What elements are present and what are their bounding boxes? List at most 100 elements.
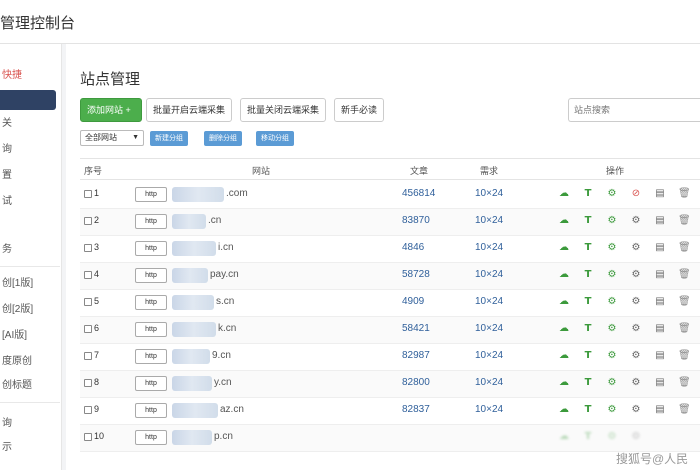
article-count[interactable]: 82987: [402, 350, 430, 361]
site-url[interactable]: az.cn: [220, 404, 244, 415]
gear-icon[interactable]: ⚙: [630, 296, 642, 308]
article-count[interactable]: 456814: [402, 188, 435, 199]
text-format-icon[interactable]: T: [582, 188, 594, 200]
sidebar-item[interactable]: 务: [0, 240, 62, 260]
settings-gears-icon[interactable]: ⚙: [606, 404, 618, 416]
settings-gears-icon[interactable]: ⚙: [606, 242, 618, 254]
sidebar-item[interactable]: [AI版]: [0, 326, 62, 346]
cloud-upload-icon[interactable]: ☁: [558, 431, 570, 443]
row-checkbox[interactable]: [84, 244, 92, 252]
cloud-upload-icon[interactable]: ☁: [558, 269, 570, 281]
cloud-upload-icon[interactable]: ☁: [558, 377, 570, 389]
request-rate[interactable]: 10×24: [475, 188, 503, 199]
text-format-icon[interactable]: T: [582, 269, 594, 281]
request-rate[interactable]: 10×24: [475, 296, 503, 307]
batch-open-cloud-collect-button[interactable]: 批量开启云端采集: [146, 98, 233, 122]
site-url[interactable]: y.cn: [214, 377, 232, 388]
sidebar-item[interactable]: [0, 216, 62, 236]
trash-icon[interactable]: 🗑: [678, 377, 691, 389]
row-checkbox[interactable]: [84, 433, 92, 441]
site-url[interactable]: i.cn: [218, 242, 234, 253]
sidebar-item[interactable]: 创[2版]: [0, 300, 62, 320]
gear-icon[interactable]: ⚙: [630, 269, 642, 281]
protocol-tag[interactable]: http: [135, 430, 167, 445]
gear-icon[interactable]: ⚙: [630, 377, 642, 389]
request-rate[interactable]: 10×24: [475, 269, 503, 280]
clear-icon[interactable]: ▤: [654, 215, 666, 227]
text-format-icon[interactable]: T: [582, 350, 594, 362]
site-url[interactable]: .com: [226, 188, 248, 199]
cloud-upload-icon[interactable]: ☁: [558, 215, 570, 227]
clear-icon[interactable]: ▤: [654, 188, 666, 200]
request-rate[interactable]: 10×24: [475, 350, 503, 361]
request-rate[interactable]: 10×24: [475, 323, 503, 334]
trash-icon[interactable]: 🗑: [678, 323, 691, 335]
site-url[interactable]: .cn: [208, 215, 221, 226]
sidebar-item[interactable]: 示: [0, 438, 62, 458]
sidebar-item[interactable]: 创标题: [0, 376, 62, 396]
text-format-icon[interactable]: T: [582, 242, 594, 254]
text-format-icon[interactable]: T: [582, 377, 594, 389]
site-group-select[interactable]: 全部网站 ▼: [80, 130, 144, 146]
site-url[interactable]: k.cn: [218, 323, 236, 334]
add-site-button[interactable]: 添加网站 +: [80, 98, 142, 122]
text-format-icon[interactable]: T: [582, 215, 594, 227]
trash-icon[interactable]: 🗑: [678, 242, 691, 254]
cloud-upload-icon[interactable]: ☁: [558, 188, 570, 200]
settings-gears-icon[interactable]: ⚙: [606, 188, 618, 200]
protocol-tag[interactable]: http: [135, 403, 167, 418]
protocol-tag[interactable]: http: [135, 187, 167, 202]
protocol-tag[interactable]: http: [135, 214, 167, 229]
sidebar-item[interactable]: 创[1版]: [0, 274, 62, 294]
row-checkbox[interactable]: [84, 379, 92, 387]
cloud-upload-icon[interactable]: ☁: [558, 296, 570, 308]
row-checkbox[interactable]: [84, 217, 92, 225]
sidebar-item[interactable]: 询: [0, 414, 62, 434]
article-count[interactable]: 58421: [402, 323, 430, 334]
sidebar-item[interactable]: 置: [0, 166, 62, 186]
article-count[interactable]: 4909: [402, 296, 424, 307]
article-count[interactable]: 58728: [402, 269, 430, 280]
gear-icon[interactable]: ⚙: [630, 323, 642, 335]
request-rate[interactable]: 10×24: [475, 404, 503, 415]
row-checkbox[interactable]: [84, 406, 92, 414]
row-checkbox[interactable]: [84, 325, 92, 333]
new-group-button[interactable]: 新建分组: [150, 131, 188, 146]
site-url[interactable]: p.cn: [214, 431, 233, 442]
clear-icon[interactable]: ▤: [654, 242, 666, 254]
trash-icon[interactable]: 🗑: [678, 404, 691, 416]
gear-icon[interactable]: ⚙: [630, 404, 642, 416]
text-format-icon[interactable]: T: [582, 323, 594, 335]
trash-icon[interactable]: 🗑: [678, 215, 691, 227]
trash-icon[interactable]: 🗑: [678, 188, 691, 200]
protocol-tag[interactable]: http: [135, 268, 167, 283]
request-rate[interactable]: 10×24: [475, 377, 503, 388]
sidebar-item[interactable]: 询: [0, 140, 62, 160]
row-checkbox[interactable]: [84, 271, 92, 279]
row-checkbox[interactable]: [84, 298, 92, 306]
protocol-tag[interactable]: http: [135, 322, 167, 337]
article-count[interactable]: 82837: [402, 404, 430, 415]
text-format-icon[interactable]: T: [582, 431, 594, 443]
site-url[interactable]: 9.cn: [212, 350, 231, 361]
sidebar-item[interactable]: 度原创: [0, 352, 62, 372]
stop-icon[interactable]: ⊘: [630, 188, 642, 200]
settings-gears-icon[interactable]: ⚙: [606, 269, 618, 281]
cloud-upload-icon[interactable]: ☁: [558, 323, 570, 335]
row-checkbox[interactable]: [84, 352, 92, 360]
gear-icon[interactable]: ⚙: [630, 350, 642, 362]
clear-icon[interactable]: ▤: [654, 404, 666, 416]
trash-icon[interactable]: 🗑: [678, 269, 691, 281]
clear-icon[interactable]: ▤: [654, 350, 666, 362]
request-rate[interactable]: 10×24: [475, 215, 503, 226]
settings-gears-icon[interactable]: ⚙: [606, 431, 618, 443]
gear-icon[interactable]: ⚙: [630, 215, 642, 227]
text-format-icon[interactable]: T: [582, 296, 594, 308]
settings-gears-icon[interactable]: ⚙: [606, 296, 618, 308]
trash-icon[interactable]: 🗑: [678, 350, 691, 362]
settings-gears-icon[interactable]: ⚙: [606, 377, 618, 389]
clear-icon[interactable]: ▤: [654, 323, 666, 335]
protocol-tag[interactable]: http: [135, 376, 167, 391]
settings-gears-icon[interactable]: ⚙: [606, 323, 618, 335]
settings-gears-icon[interactable]: ⚙: [606, 215, 618, 227]
